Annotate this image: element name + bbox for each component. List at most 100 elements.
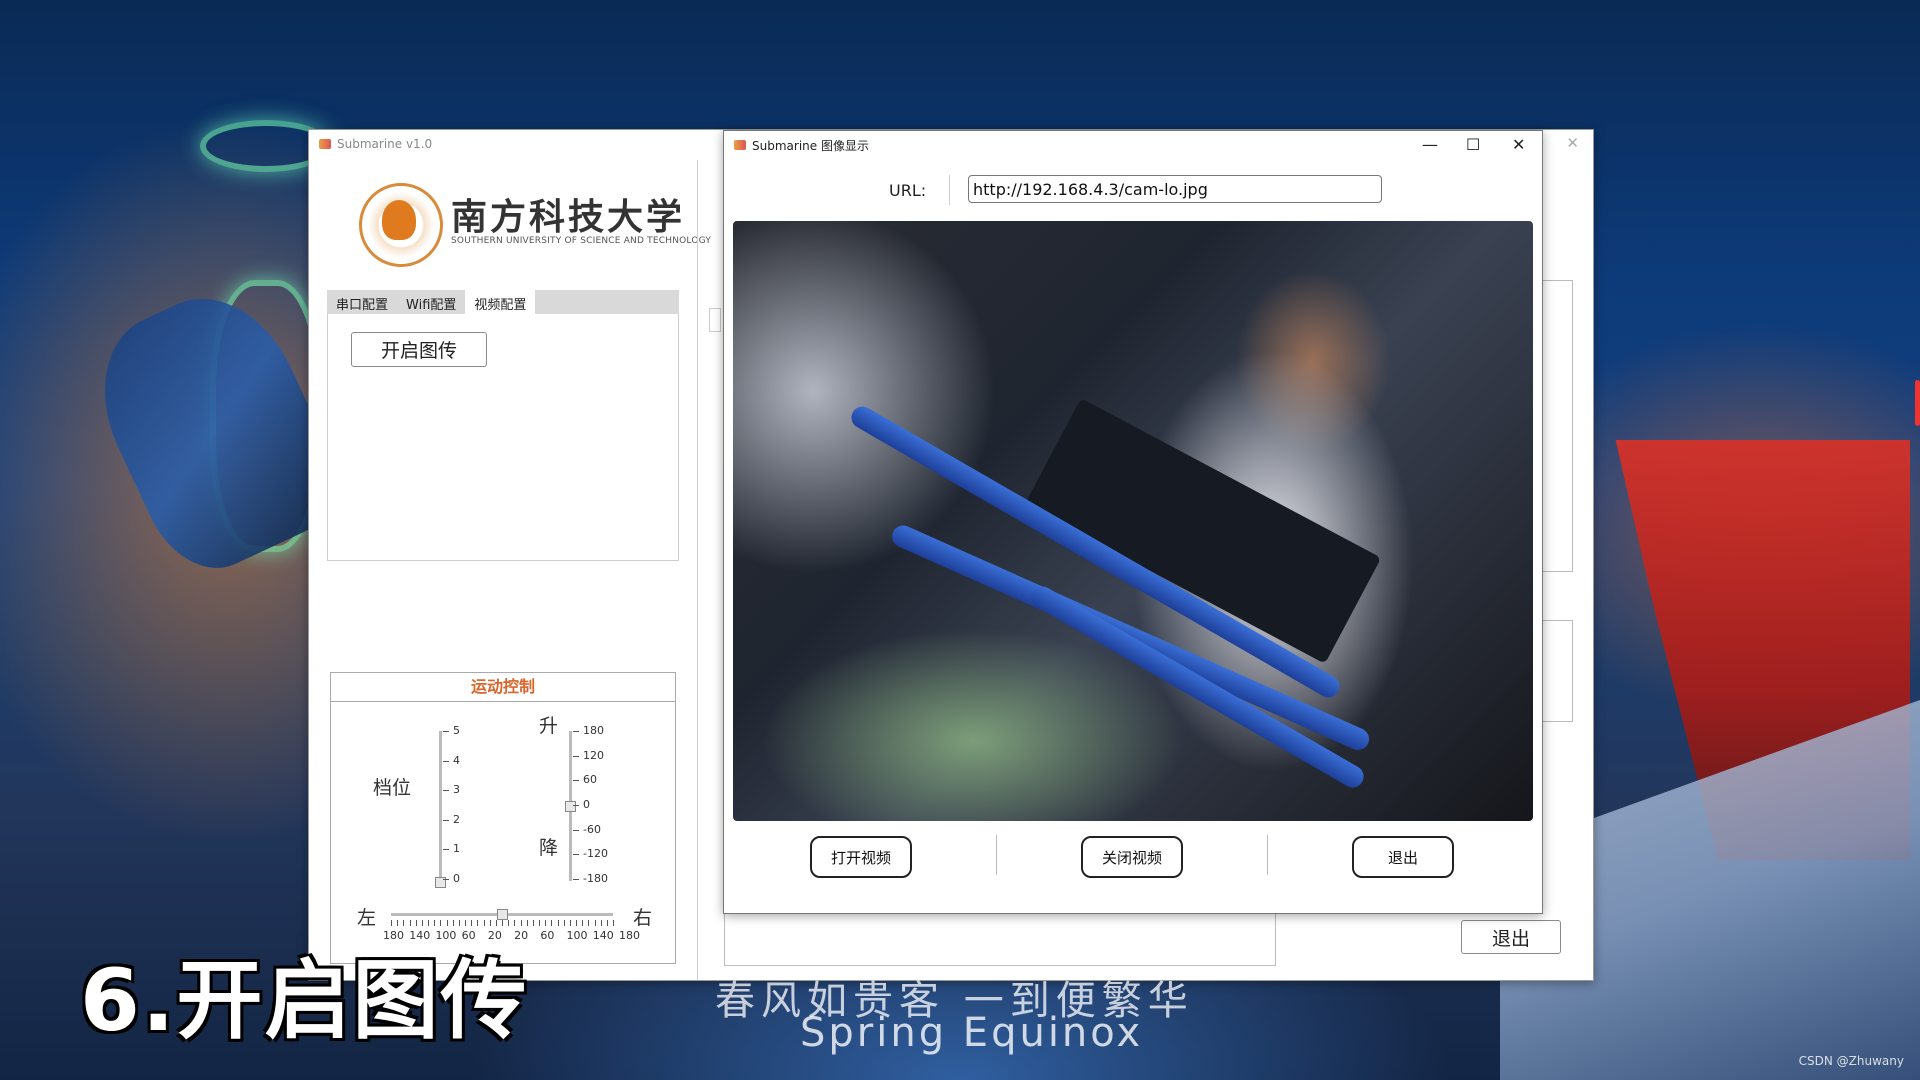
steer-tick	[594, 920, 596, 926]
video-subtitle: 6.开启图传	[80, 951, 529, 1051]
steer-tick	[526, 920, 528, 926]
tab-wifi-config[interactable]: Wifi配置	[397, 290, 465, 314]
open-stream-button[interactable]: 开启图传	[351, 332, 487, 367]
gear-tick	[443, 879, 449, 880]
log-output-box[interactable]	[724, 910, 1276, 966]
hidden-panel-tab[interactable]	[709, 308, 721, 332]
right-label: 右	[633, 907, 653, 929]
image-exit-button[interactable]: 退出	[1352, 836, 1454, 878]
steer-tick	[495, 920, 497, 926]
url-input[interactable]	[968, 175, 1382, 203]
steer-tick-label: 100	[566, 929, 588, 942]
close-icon[interactable]: ✕	[1566, 134, 1579, 152]
pitch-tick-label: 120	[583, 748, 604, 762]
steer-tick	[471, 920, 473, 926]
pitch-slider-thumb[interactable]	[565, 801, 576, 812]
pitch-tick	[573, 731, 579, 732]
steer-tick	[458, 920, 460, 926]
university-name-en: SOUTHERN UNIVERSITY OF SCIENCE AND TECHN…	[451, 236, 712, 246]
motion-control-title: 运动控制	[331, 673, 675, 702]
steer-tick	[465, 920, 466, 926]
gear-tick	[443, 790, 449, 792]
pitch-tick	[573, 805, 579, 806]
gear-tick-label: 4	[453, 753, 460, 767]
pitch-tick-label: -180	[583, 872, 608, 885]
up-label: 升	[539, 715, 559, 737]
gear-slider-track[interactable]	[439, 731, 442, 881]
pitch-tick-label: -120	[583, 847, 608, 861]
steer-tick	[421, 920, 423, 926]
steer-tick	[477, 920, 479, 926]
steer-tick	[483, 920, 485, 926]
steer-tick	[613, 920, 614, 926]
steer-tick	[397, 920, 399, 926]
minimize-icon[interactable]: —	[1422, 135, 1438, 154]
url-label: URL:	[889, 181, 927, 200]
gear-label: 档位	[373, 777, 412, 799]
right-panel-box	[1541, 620, 1573, 722]
left-label: 左	[357, 907, 377, 929]
gear-tick-label: 5	[453, 724, 460, 737]
steer-tick	[606, 920, 608, 926]
open-video-button[interactable]: 打开视频	[810, 836, 912, 878]
steer-tick	[434, 920, 436, 926]
steer-tick	[446, 920, 448, 926]
steer-slider-thumb[interactable]	[497, 909, 508, 920]
side-scroll-indicator	[1915, 380, 1920, 426]
steer-tick-label: 180	[619, 929, 640, 942]
config-tabs: 串口配置 Wifi配置 视频配置	[327, 290, 679, 314]
steer-tick	[563, 920, 565, 926]
gear-tick	[443, 849, 449, 851]
pitch-tick-label: 180	[583, 724, 604, 737]
tab-video-config[interactable]: 视频配置	[465, 290, 536, 314]
video-feed	[733, 221, 1533, 821]
panel-divider	[697, 160, 698, 980]
close-video-button[interactable]: 关闭视频	[1081, 836, 1183, 878]
steer-tick	[600, 920, 602, 926]
gear-tick-label: 2	[453, 812, 460, 826]
pitch-tick	[573, 780, 579, 782]
steer-tick	[391, 920, 392, 926]
pitch-tick	[573, 755, 579, 757]
steer-tick	[576, 920, 577, 926]
close-icon[interactable]: ✕	[1512, 135, 1525, 154]
tab-serial-config[interactable]: 串口配置	[327, 290, 397, 314]
steer-tick	[545, 920, 547, 926]
image-display-window: Submarine 图像显示 — ☐ ✕ URL: 打开视频 关闭视频 退出	[723, 130, 1543, 914]
pitch-tick-label: 60	[583, 773, 597, 787]
image-window-title: Submarine 图像显示	[752, 138, 869, 153]
steer-tick	[415, 920, 417, 926]
steer-tick	[557, 920, 559, 926]
button-separator	[1267, 835, 1268, 875]
steer-tick-label: 140	[592, 929, 614, 942]
pitch-tick-label: -60	[583, 822, 601, 836]
steer-tick	[508, 920, 510, 926]
steer-tick	[539, 920, 540, 926]
main-window-title: Submarine v1.0	[337, 137, 433, 151]
steer-tick	[428, 920, 429, 926]
button-separator	[996, 835, 997, 875]
app-icon	[319, 139, 331, 149]
main-exit-button[interactable]: 退出	[1461, 920, 1561, 954]
steer-tick	[532, 920, 534, 926]
maximize-icon[interactable]: ☐	[1466, 135, 1480, 154]
steer-tick	[551, 920, 553, 926]
right-panel-box	[1541, 280, 1573, 572]
steer-tick	[514, 920, 516, 926]
pitch-tick	[573, 829, 579, 831]
gear-tick	[443, 819, 449, 821]
university-seal-icon	[359, 183, 443, 267]
url-separator	[949, 175, 950, 205]
steer-tick	[489, 920, 491, 926]
steer-tick	[520, 920, 522, 926]
gear-tick	[443, 760, 449, 762]
gear-tick	[443, 731, 449, 732]
steer-tick	[502, 920, 503, 926]
steer-tick	[403, 920, 405, 926]
gear-tick-label: 0	[453, 872, 460, 885]
motion-control-group: 运动控制 档位 543210 升 降 180 120 60 0 -60 -120 -180 …	[330, 672, 676, 964]
watermark: CSDN @Zhuwany	[1798, 1054, 1904, 1068]
image-window-titlebar[interactable]: Submarine 图像显示	[724, 131, 1542, 159]
steer-tick	[440, 920, 442, 926]
app-icon	[734, 140, 746, 150]
